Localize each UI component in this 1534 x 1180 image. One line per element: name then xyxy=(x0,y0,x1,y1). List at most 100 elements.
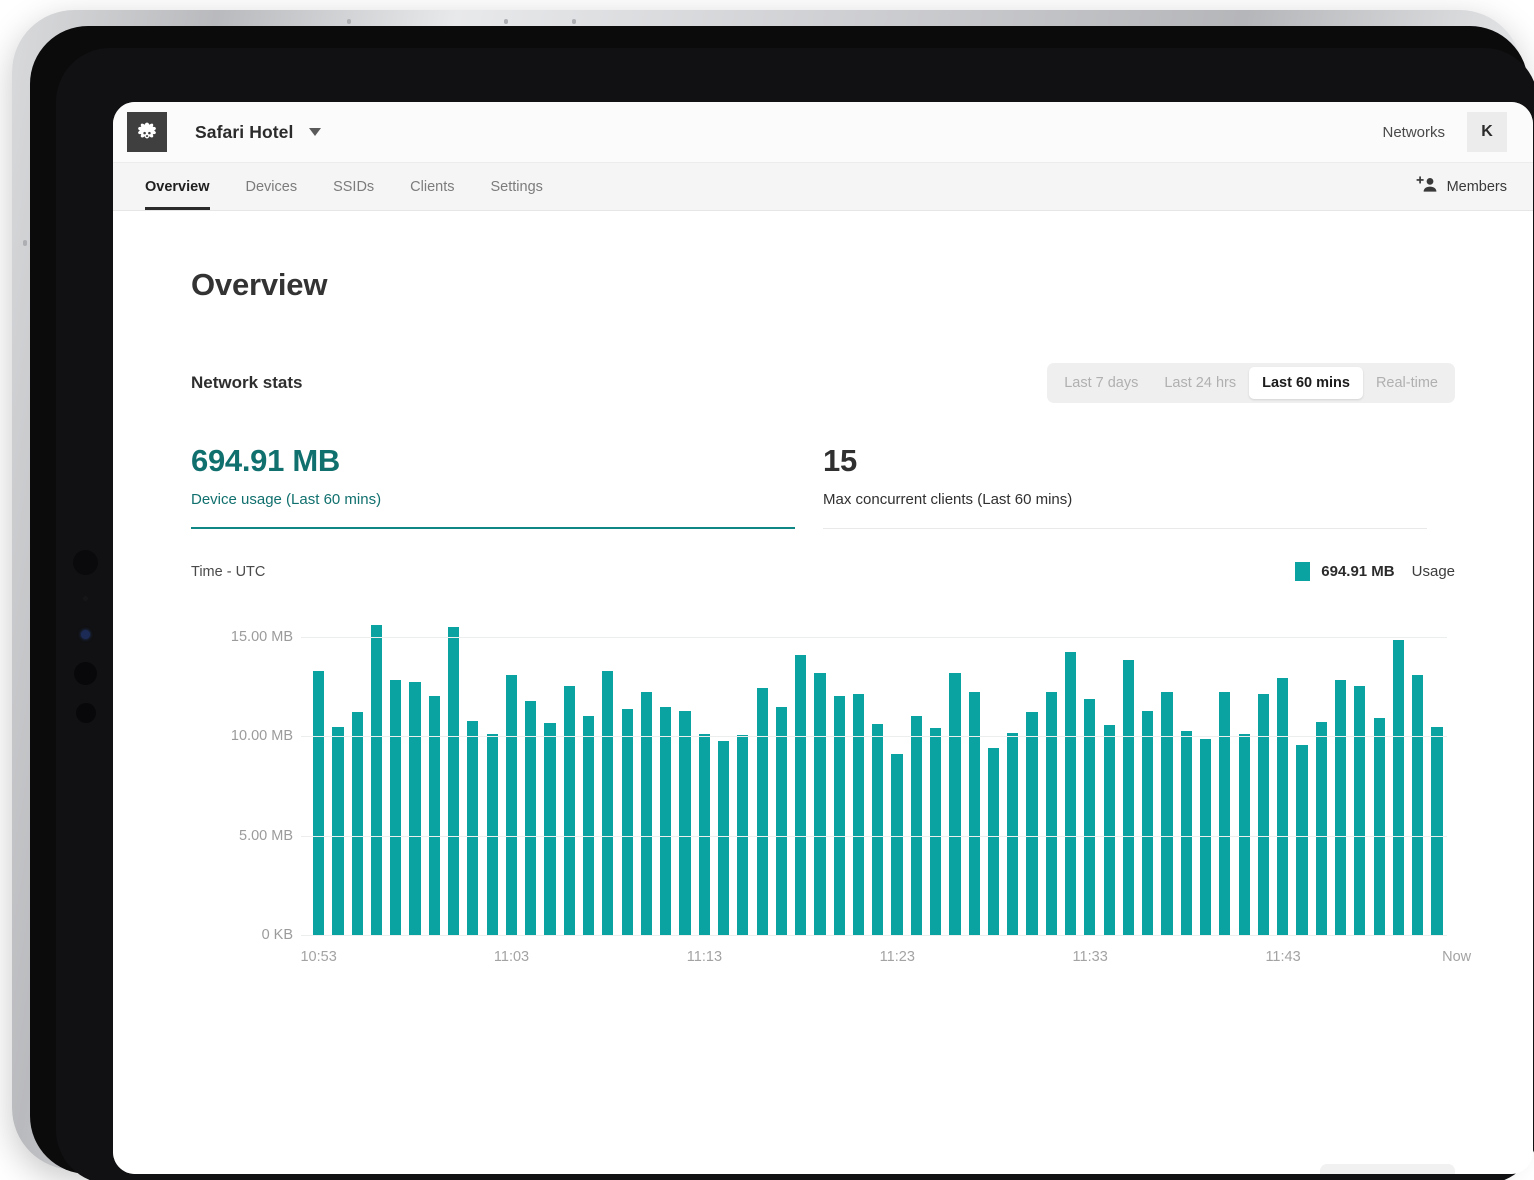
org-logo-icon[interactable] xyxy=(127,112,167,152)
chart-bar-slot[interactable] xyxy=(618,607,637,935)
chart-bar-slot[interactable] xyxy=(483,607,502,935)
chart-bar[interactable] xyxy=(1334,679,1347,935)
chart-bar-slot[interactable] xyxy=(1331,607,1350,935)
tab-clients[interactable]: Clients xyxy=(392,163,472,210)
chart-bar-slot[interactable] xyxy=(540,607,559,935)
chart-bar[interactable] xyxy=(1199,739,1212,935)
chart-bar[interactable] xyxy=(1257,694,1269,935)
chart-bar-slot[interactable] xyxy=(1119,607,1138,935)
chart-bar-slot[interactable] xyxy=(463,607,482,935)
chart-bar[interactable] xyxy=(1219,692,1231,935)
chart-bar-slot[interactable] xyxy=(675,607,694,935)
chart-bar[interactable] xyxy=(1026,712,1038,935)
chart-bar[interactable] xyxy=(1045,691,1057,935)
chart-bar-slot[interactable] xyxy=(1196,607,1215,935)
chart-bar-slot[interactable] xyxy=(425,607,444,935)
chart-bar-slot[interactable] xyxy=(887,607,906,935)
chart-bar-slot[interactable] xyxy=(1022,607,1041,935)
chart-bar-slot[interactable] xyxy=(1292,607,1311,935)
chart-bar[interactable] xyxy=(756,687,768,935)
chart-bar-slot[interactable] xyxy=(1215,607,1234,935)
members-button[interactable]: Members xyxy=(1416,163,1507,210)
chart-bar[interactable] xyxy=(987,748,1000,935)
chart-bar[interactable] xyxy=(814,672,826,935)
chart-bar-slot[interactable] xyxy=(945,607,964,935)
chart-bar[interactable] xyxy=(313,670,325,935)
chart-bar[interactable] xyxy=(968,691,980,935)
chart-bar-slot[interactable] xyxy=(1003,607,1022,935)
chart-bar-slot[interactable] xyxy=(1273,607,1292,935)
chart-bar-slot[interactable] xyxy=(868,607,887,935)
chart-bar[interactable] xyxy=(1122,659,1135,935)
time-range-option-last-60-mins[interactable]: Last 60 mins xyxy=(1249,367,1363,399)
tab-settings[interactable]: Settings xyxy=(473,163,561,210)
chart-bar-slot[interactable] xyxy=(1254,607,1273,935)
chart-bar[interactable] xyxy=(428,696,440,935)
chart-bar-slot[interactable] xyxy=(1235,607,1254,935)
chart-bar-slot[interactable] xyxy=(444,607,463,935)
chart-bar[interactable] xyxy=(852,694,865,935)
time-range-option-last-24-hrs[interactable]: Last 24 hrs xyxy=(1151,367,1249,399)
chart-bar[interactable] xyxy=(1296,745,1308,935)
chart-bar-slot[interactable] xyxy=(348,607,367,935)
chart-bar-slot[interactable] xyxy=(1312,607,1331,935)
chart-bar-slot[interactable] xyxy=(1061,607,1080,935)
chart-bar[interactable] xyxy=(1412,674,1424,935)
chart-bar-slot[interactable] xyxy=(1350,607,1369,935)
chart-bar-slot[interactable] xyxy=(328,607,347,935)
chart-bar-slot[interactable] xyxy=(1080,607,1099,935)
chart-bar[interactable] xyxy=(1180,731,1192,935)
chart-bar[interactable] xyxy=(505,674,518,935)
chart-bar-slot[interactable] xyxy=(579,607,598,935)
chart-bar-slot[interactable] xyxy=(1408,607,1427,935)
chart-bar[interactable] xyxy=(891,754,903,935)
chart-bar-slot[interactable] xyxy=(984,607,1003,935)
tab-overview[interactable]: Overview xyxy=(127,163,228,210)
chart-bar[interactable] xyxy=(409,681,421,935)
chart-bar-slot[interactable] xyxy=(1157,607,1176,935)
chart-bar-slot[interactable] xyxy=(1042,607,1061,935)
chart-bar[interactable] xyxy=(833,696,845,935)
chart-bar-slot[interactable] xyxy=(1177,607,1196,935)
chart-bar-slot[interactable] xyxy=(656,607,675,935)
chart-bar[interactable] xyxy=(795,654,807,935)
chart-bar-slot[interactable] xyxy=(752,607,771,935)
chart-bar-slot[interactable] xyxy=(772,607,791,935)
chart-bar-slot[interactable] xyxy=(1369,607,1388,935)
chart-bar[interactable] xyxy=(1142,711,1154,935)
chart-bar[interactable] xyxy=(390,679,402,935)
chart-bar[interactable] xyxy=(717,741,730,935)
chart-bar[interactable] xyxy=(544,723,556,935)
top-clients-range-dropdown[interactable]: Last 7 days xyxy=(1319,1164,1455,1174)
chart-bar-slot[interactable] xyxy=(714,607,733,935)
chart-bar-slot[interactable] xyxy=(309,607,328,935)
chart-bar-slot[interactable] xyxy=(695,607,714,935)
chart-bar[interactable] xyxy=(582,716,595,935)
chart-bar[interactable] xyxy=(949,672,961,935)
chart-bar[interactable] xyxy=(621,709,633,935)
chart-bar-slot[interactable] xyxy=(386,607,405,935)
chart-bar-slot[interactable] xyxy=(405,607,424,935)
time-range-option-last-7-days[interactable]: Last 7 days xyxy=(1051,367,1151,399)
chart-bar-slot[interactable] xyxy=(907,607,926,935)
time-range-option-real-time[interactable]: Real-time xyxy=(1363,367,1451,399)
chart-bar-slot[interactable] xyxy=(560,607,579,935)
tab-devices[interactable]: Devices xyxy=(228,163,316,210)
chart-bar-slot[interactable] xyxy=(849,607,868,935)
networks-link[interactable]: Networks xyxy=(1382,124,1445,141)
chart-bar[interactable] xyxy=(775,707,787,935)
chart-bar-slot[interactable] xyxy=(598,607,617,935)
chart-bar-slot[interactable] xyxy=(965,607,984,935)
chart-bar-slot[interactable] xyxy=(1100,607,1119,935)
chart-bar[interactable] xyxy=(872,724,884,935)
chart-bar[interactable] xyxy=(370,624,383,935)
chart-bar-slot[interactable] xyxy=(830,607,849,935)
chart-bar[interactable] xyxy=(1103,725,1115,935)
chevron-down-icon[interactable] xyxy=(309,128,322,136)
chart-bar[interactable] xyxy=(351,712,363,935)
chart-bar[interactable] xyxy=(332,727,344,935)
chart-bar-slot[interactable] xyxy=(1138,607,1157,935)
chart-bar[interactable] xyxy=(1392,639,1404,935)
chart-bar-slot[interactable] xyxy=(502,607,521,935)
chart-bar[interactable] xyxy=(930,728,942,935)
